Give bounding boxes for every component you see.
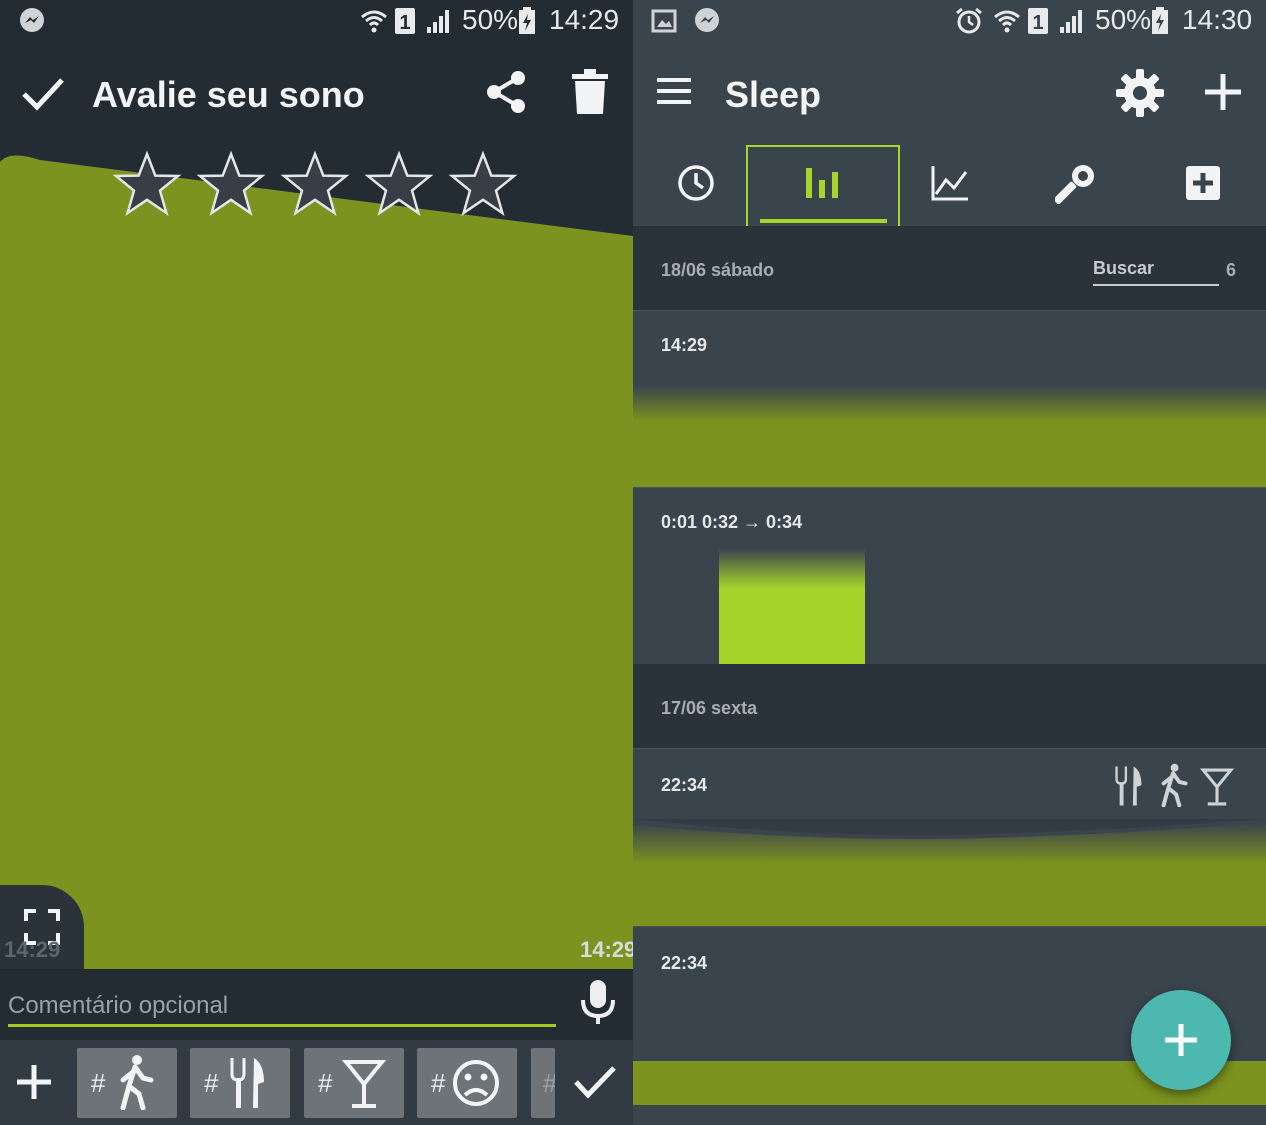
star-4-icon[interactable] [364,150,434,220]
status-time: 14:30 [1182,4,1253,35]
record-time: 22:34 [661,775,708,795]
messenger-icon [695,8,719,32]
search-field[interactable]: Buscar [1093,258,1219,286]
menu-hamburger-icon[interactable] [657,76,693,106]
walking-icon [1161,763,1188,807]
save-check-icon[interactable] [572,1062,618,1102]
tab-tools-icon[interactable] [1055,162,1097,204]
star-3-icon[interactable] [280,150,350,220]
tab-add-box-icon[interactable] [1184,164,1222,202]
star-1-icon[interactable] [112,150,182,220]
rate-sleep-screen: 1 50% 14:29 Avalie seu sono 14:29 14:29 … [0,0,633,1125]
sleep-record-card[interactable]: 22:34 [633,748,1266,926]
page-title: Sleep [725,74,822,115]
messenger-icon [20,8,44,32]
battery-icon [519,7,535,34]
svg-text:1: 1 [399,12,410,34]
tab-line-chart-icon[interactable] [930,164,970,202]
tab-clock-icon[interactable] [677,164,715,202]
tag-sad-button[interactable]: # [417,1048,517,1118]
status-time: 14:29 [549,4,620,35]
graph-end-time: 14:29 [580,937,633,962]
record-time: 0:01 0:32 → 0:34 [661,512,803,532]
status-bar: 1 50% 14:30 [633,0,1266,44]
gallery-icon [651,9,677,33]
cocktail-icon [342,1060,386,1108]
record-sleep-graph [719,548,865,664]
add-tag-icon[interactable] [14,1062,54,1102]
tag-hash: # [431,1068,446,1098]
sim-icon: 1 [1028,8,1048,34]
share-icon[interactable] [482,68,530,116]
tag-partial-button[interactable]: # [531,1048,555,1118]
graph-start-time: 14:29 [4,937,61,962]
tag-hash: # [543,1068,555,1099]
signal-icon [427,10,449,33]
sad-face-icon [453,1060,499,1106]
walking-icon [120,1055,154,1110]
signal-icon [1060,10,1082,33]
svg-text:1: 1 [1032,12,1043,34]
food-icon [230,1058,264,1108]
tab-bar-chart-icon[interactable] [803,164,841,202]
comment-input[interactable] [8,988,556,1027]
tag-hash: # [204,1068,219,1098]
cocktail-icon [1199,768,1235,806]
food-icon [1115,766,1142,806]
sleep-record-card[interactable]: 0:01 0:32 → 0:34 [633,487,1266,664]
tag-food-button[interactable]: # [190,1048,290,1118]
record-time: 22:34 [661,953,708,973]
day-date: 17/06 sexta [661,698,758,718]
alarm-icon [956,7,982,34]
wifi-icon [361,10,387,33]
day-header: 17/06 sexta [633,664,1266,748]
sim-icon: 1 [395,8,415,34]
microphone-icon[interactable] [578,978,618,1026]
sleep-record-card[interactable]: 14:29 [633,310,1266,487]
add-record-fab[interactable] [1131,990,1231,1090]
record-count: 6 [1226,260,1237,280]
sleep-graph [0,155,633,970]
battery-percent: 50% [1095,4,1152,35]
star-5-icon[interactable] [448,150,518,220]
day-date: 18/06 sábado [661,260,775,280]
tag-hash: # [318,1068,333,1098]
confirm-check-icon[interactable] [20,70,66,116]
sleep-list-screen: 1 50% 14:30 Sleep 18/06 sábado Buscar 6 … [633,0,1266,1125]
delete-trash-icon[interactable] [570,68,610,116]
battery-percent: 50% [462,4,519,35]
settings-gear-icon[interactable] [1115,68,1165,118]
tag-cocktail-button[interactable]: # [304,1048,404,1118]
record-time: 14:29 [661,335,708,355]
wifi-icon [994,10,1020,33]
tag-walking-button[interactable]: # [77,1048,177,1118]
tag-hash: # [91,1068,106,1098]
tab-underline [760,219,887,223]
record-sleep-graph [633,386,1266,487]
add-icon[interactable] [1203,72,1243,112]
page-title: Avalie seu sono [92,74,365,115]
plus-icon [1165,1024,1197,1056]
star-2-icon[interactable] [196,150,266,220]
status-bar: 1 50% 14:29 [0,0,633,44]
battery-icon [1152,7,1168,34]
record-sleep-graph [633,819,1266,926]
